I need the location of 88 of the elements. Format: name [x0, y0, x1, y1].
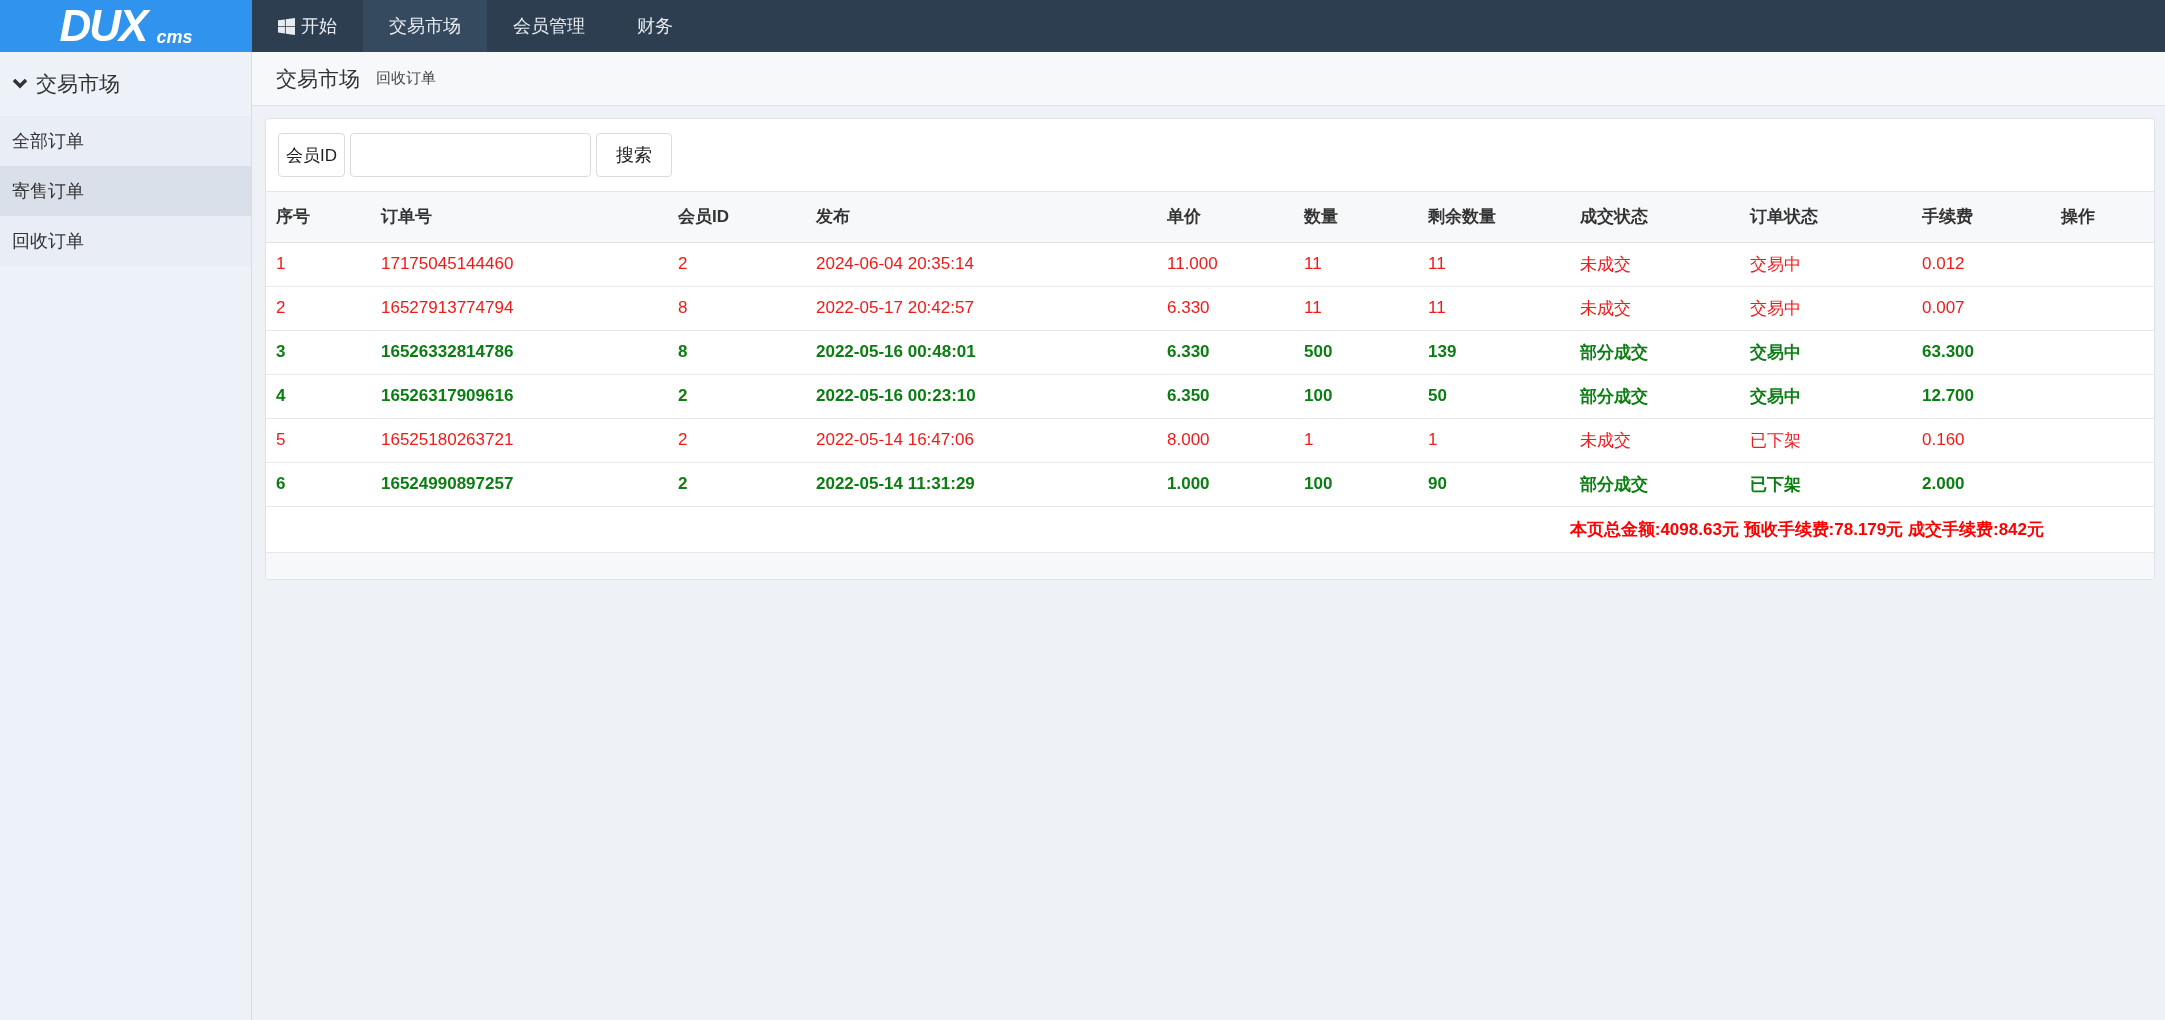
table-cell: 1: [1418, 418, 1570, 462]
nav-tab[interactable]: 开始: [252, 0, 363, 52]
page-subtitle: 回收订单: [376, 69, 436, 88]
table-cell: 500: [1294, 330, 1418, 374]
table-cell: 2: [668, 418, 806, 462]
nav-tab[interactable]: 交易市场: [363, 0, 487, 52]
table-cell: 100: [1294, 462, 1418, 506]
column-header: 订单状态: [1740, 192, 1912, 242]
table-cell: 1.000: [1157, 462, 1294, 506]
table-cell: 交易中: [1740, 330, 1912, 374]
table-cell: 6.330: [1157, 330, 1294, 374]
column-header: 手续费: [1912, 192, 2051, 242]
table-cell: 11: [1294, 286, 1418, 330]
table-cell: 16526317909616: [371, 374, 668, 418]
table-cell: 50: [1418, 374, 1570, 418]
table-cell: 2024-06-04 20:35:14: [806, 242, 1157, 286]
column-header: 会员ID: [668, 192, 806, 242]
column-header: 操作: [2051, 192, 2154, 242]
table-cell: 139: [1418, 330, 1570, 374]
table-cell: 4: [266, 374, 371, 418]
table-cell: 2022-05-14 11:31:29: [806, 462, 1157, 506]
table-cell: 16527913774794: [371, 286, 668, 330]
table-cell: 部分成交: [1570, 374, 1740, 418]
table-cell: 0.007: [1912, 286, 2051, 330]
page-summary: 本页总金额:4098.63元 预收手续费:78.179元 成交手续费:842元: [1569, 519, 2044, 539]
table-cell: 5: [266, 418, 371, 462]
search-button[interactable]: 搜索: [596, 133, 672, 177]
table-cell: 6.330: [1157, 286, 1294, 330]
table-cell: 8.000: [1157, 418, 1294, 462]
table-cell: 2022-05-16 00:23:10: [806, 374, 1157, 418]
table-cell: 部分成交: [1570, 330, 1740, 374]
table-cell: 11: [1294, 242, 1418, 286]
page-title: 交易市场: [276, 65, 360, 92]
table-cell: 交易中: [1740, 242, 1912, 286]
table-cell: 交易中: [1740, 374, 1912, 418]
logo-subtext: cms: [156, 28, 193, 46]
table-cell: 11.000: [1157, 242, 1294, 286]
table-cell: 1: [266, 242, 371, 286]
table-cell: 2: [668, 462, 806, 506]
table-cell: 部分成交: [1570, 462, 1740, 506]
table-cell: 0.012: [1912, 242, 2051, 286]
column-header: 单价: [1157, 192, 1294, 242]
column-header: 剩余数量: [1418, 192, 1570, 242]
table-cell: 1: [1294, 418, 1418, 462]
table-cell: 未成交: [1570, 418, 1740, 462]
table-cell: 12.700: [1912, 374, 2051, 418]
table-cell: 16525180263721: [371, 418, 668, 462]
table-cell: 2: [668, 242, 806, 286]
table-cell: 6: [266, 462, 371, 506]
sidebar-heading[interactable]: 交易市场: [0, 52, 251, 116]
sidebar-item[interactable]: 全部订单: [0, 116, 251, 166]
windows-icon: [278, 17, 295, 35]
table-cell: 2022-05-16 00:48:01: [806, 330, 1157, 374]
table-cell: 11: [1418, 242, 1570, 286]
column-header: 数量: [1294, 192, 1418, 242]
table-cell: 2022-05-14 16:47:06: [806, 418, 1157, 462]
field-label: 会员ID: [278, 133, 345, 177]
table-cell: 90: [1418, 462, 1570, 506]
table-cell: 未成交: [1570, 286, 1740, 330]
column-header: 发布: [806, 192, 1157, 242]
column-header: 订单号: [371, 192, 668, 242]
table-cell: 16526332814786: [371, 330, 668, 374]
column-header: 序号: [266, 192, 371, 242]
table-cell: 17175045144460: [371, 242, 668, 286]
table-cell: 100: [1294, 374, 1418, 418]
table-cell: 未成交: [1570, 242, 1740, 286]
table-cell: 8: [668, 286, 806, 330]
table-cell: 2: [668, 374, 806, 418]
table-cell: 16524990897257: [371, 462, 668, 506]
table-cell: 63.300: [1912, 330, 2051, 374]
chevron-icon: [12, 78, 28, 90]
column-header: 成交状态: [1570, 192, 1740, 242]
table-cell: 已下架: [1740, 462, 1912, 506]
table-cell: 3: [266, 330, 371, 374]
table-cell: 6.350: [1157, 374, 1294, 418]
member-id-field[interactable]: [350, 133, 591, 177]
table-cell: 0.160: [1912, 418, 2051, 462]
table-cell: 2022-05-17 20:42:57: [806, 286, 1157, 330]
table-cell: 已下架: [1740, 418, 1912, 462]
sidebar-item[interactable]: 回收订单: [0, 216, 251, 266]
table-cell: 2.000: [1912, 462, 2051, 506]
table-cell: 2: [266, 286, 371, 330]
table-cell: 交易中: [1740, 286, 1912, 330]
sidebar-item[interactable]: 寄售订单: [0, 166, 251, 216]
table-cell: 8: [668, 330, 806, 374]
nav-tab[interactable]: 财务: [611, 0, 699, 52]
nav-tab[interactable]: 会员管理: [487, 0, 611, 52]
table-cell: 11: [1418, 286, 1570, 330]
